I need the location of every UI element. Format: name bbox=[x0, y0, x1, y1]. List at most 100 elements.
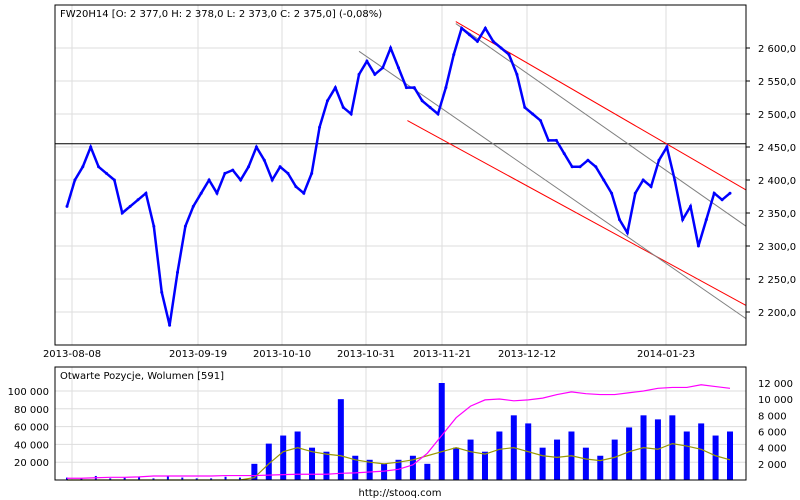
main-title: FW20H14 [O: 2 377,0 H: 2 378,0 L: 2 373,… bbox=[60, 9, 382, 20]
price-point bbox=[460, 26, 464, 30]
price-point bbox=[294, 185, 298, 189]
price-point bbox=[270, 178, 274, 182]
right-tick-label: 4 000 bbox=[758, 444, 787, 455]
right-tick-label: 6 000 bbox=[758, 428, 787, 439]
price-point bbox=[554, 138, 558, 142]
volume-bar bbox=[323, 451, 330, 480]
price-point bbox=[696, 244, 700, 248]
price-point bbox=[349, 112, 353, 116]
price-point bbox=[428, 105, 432, 109]
price-point bbox=[247, 165, 251, 169]
volume-bar bbox=[539, 447, 546, 480]
volume-bar bbox=[712, 435, 719, 480]
volume-bar bbox=[467, 439, 474, 480]
x-tick-label: 2013-11-21 bbox=[413, 349, 471, 360]
price-point bbox=[625, 231, 629, 235]
price-point bbox=[254, 145, 258, 149]
right-tick-label: 10 000 bbox=[758, 395, 793, 406]
price-point bbox=[231, 168, 235, 172]
price-point bbox=[286, 171, 290, 175]
price-point bbox=[507, 53, 511, 57]
chart-canvas: FW20H14 [O: 2 377,0 H: 2 378,0 L: 2 373,… bbox=[8, 4, 796, 499]
price-point bbox=[704, 218, 708, 222]
price-point bbox=[665, 145, 669, 149]
volume-bar bbox=[280, 435, 287, 480]
volume-bar bbox=[438, 383, 445, 480]
price-point bbox=[641, 178, 645, 182]
price-point bbox=[389, 46, 393, 50]
price-point bbox=[152, 224, 156, 228]
price-point bbox=[491, 39, 495, 43]
price-point bbox=[310, 171, 314, 175]
price-point bbox=[183, 224, 187, 228]
price-point bbox=[546, 138, 550, 142]
price-point bbox=[649, 185, 653, 189]
price-point bbox=[239, 178, 243, 182]
x-tick-label: 2013-09-19 bbox=[169, 349, 227, 360]
volume-bar bbox=[294, 431, 301, 480]
price-point bbox=[681, 218, 685, 222]
price-point bbox=[420, 99, 424, 103]
volume-bar bbox=[611, 439, 618, 480]
left-tick-label: 40 000 bbox=[14, 440, 49, 451]
right-tick-label: 12 000 bbox=[758, 379, 793, 390]
price-point bbox=[689, 204, 693, 208]
price-point bbox=[397, 66, 400, 70]
volume-bar bbox=[597, 455, 604, 480]
price-point bbox=[112, 178, 116, 182]
volume-bar bbox=[453, 447, 460, 480]
price-point bbox=[191, 204, 195, 208]
volume-bar bbox=[424, 463, 431, 480]
price-point bbox=[578, 165, 582, 169]
price-point bbox=[199, 191, 203, 195]
price-point bbox=[720, 198, 724, 202]
price-point bbox=[404, 86, 408, 90]
price-point bbox=[475, 39, 479, 43]
main-plot-frame bbox=[54, 4, 747, 346]
price-point bbox=[144, 191, 148, 195]
price-point bbox=[136, 198, 140, 202]
price-point bbox=[325, 99, 329, 103]
price-point bbox=[120, 211, 124, 215]
x-tick-label: 2013-10-10 bbox=[253, 349, 311, 360]
price-point bbox=[207, 178, 211, 182]
price-point bbox=[262, 158, 266, 162]
price-point bbox=[570, 165, 574, 169]
volume-bar bbox=[337, 399, 344, 480]
price-point bbox=[357, 72, 361, 76]
right-tick-label: 8 000 bbox=[758, 411, 787, 422]
price-point bbox=[365, 59, 369, 63]
y-tick-label: 2 200,0 bbox=[758, 308, 796, 319]
price-point bbox=[618, 218, 621, 222]
price-point bbox=[539, 119, 543, 123]
volume-bar bbox=[727, 431, 733, 480]
price-point bbox=[381, 66, 385, 70]
volume-bar bbox=[669, 415, 676, 480]
price-point bbox=[483, 26, 487, 30]
price-point bbox=[673, 178, 677, 182]
price-point bbox=[436, 112, 440, 116]
price-point bbox=[562, 152, 566, 156]
price-point bbox=[633, 191, 637, 195]
footer-link[interactable]: http://stooq.com bbox=[359, 488, 442, 499]
price-point bbox=[160, 290, 164, 294]
left-tick-label: 20 000 bbox=[14, 458, 49, 469]
price-point bbox=[594, 165, 598, 169]
y-tick-label: 2 400,0 bbox=[758, 176, 796, 187]
left-tick-label: 100 000 bbox=[8, 387, 49, 398]
price-point bbox=[657, 158, 661, 162]
price-point bbox=[412, 86, 416, 90]
price-point bbox=[73, 178, 77, 182]
price-point bbox=[728, 191, 732, 195]
right-tick-label: 2 000 bbox=[758, 460, 787, 471]
x-tick-label: 2013-10-31 bbox=[337, 349, 395, 360]
volume-bar bbox=[582, 447, 589, 480]
y-tick-label: 2 450,0 bbox=[758, 143, 796, 154]
price-point bbox=[128, 204, 132, 208]
price-point bbox=[610, 191, 614, 195]
y-tick-label: 2 600,0 bbox=[758, 44, 796, 55]
y-tick-label: 2 500,0 bbox=[758, 110, 796, 121]
price-point bbox=[278, 165, 282, 169]
y-tick-label: 2 350,0 bbox=[758, 209, 796, 220]
chart-image: FW20H14 [O: 2 377,0 H: 2 378,0 L: 2 373,… bbox=[0, 0, 800, 500]
